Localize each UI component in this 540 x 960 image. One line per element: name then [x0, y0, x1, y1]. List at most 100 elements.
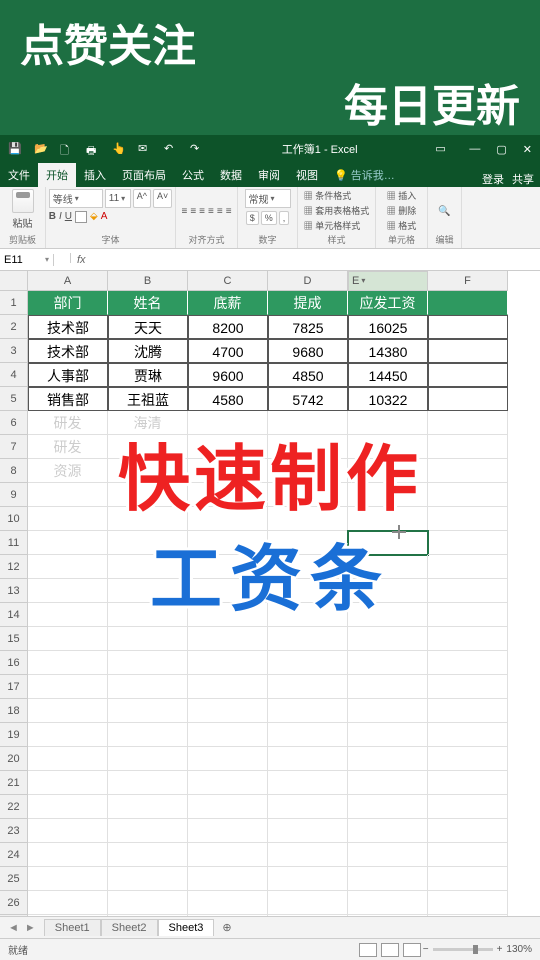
row-header[interactable]: 9	[0, 483, 28, 507]
cell[interactable]	[428, 459, 508, 483]
cell[interactable]	[268, 699, 348, 723]
tab-view[interactable]: 视图	[288, 163, 326, 187]
cell[interactable]	[28, 675, 108, 699]
zoom-level[interactable]: 130%	[506, 944, 532, 955]
row-header[interactable]: 14	[0, 603, 28, 627]
view-pagelayout-button[interactable]	[381, 943, 399, 957]
cell[interactable]	[428, 723, 508, 747]
cell[interactable]: 王祖蓝	[108, 387, 188, 411]
cell[interactable]: 研发	[28, 435, 108, 459]
cell[interactable]	[188, 771, 268, 795]
underline-button[interactable]: U	[65, 211, 72, 223]
cell[interactable]	[348, 435, 428, 459]
sheet-tab-2[interactable]: Sheet2	[101, 919, 158, 936]
view-pagebreak-button[interactable]	[403, 943, 421, 957]
cell[interactable]: 技术部	[28, 315, 108, 339]
tab-file[interactable]: 文件	[0, 163, 38, 187]
row-header[interactable]: 26	[0, 891, 28, 915]
cell[interactable]	[428, 603, 508, 627]
cell[interactable]	[188, 555, 268, 579]
cell[interactable]	[268, 579, 348, 603]
cell[interactable]	[108, 795, 188, 819]
cell[interactable]	[268, 507, 348, 531]
cell[interactable]	[428, 627, 508, 651]
cell[interactable]	[428, 867, 508, 891]
cell[interactable]: 5742	[268, 387, 348, 411]
cell[interactable]	[348, 699, 428, 723]
cell[interactable]	[268, 771, 348, 795]
share-button[interactable]: 共享	[512, 171, 534, 187]
cell[interactable]	[28, 867, 108, 891]
cell[interactable]	[428, 531, 508, 555]
cell[interactable]: 4700	[188, 339, 268, 363]
row-header[interactable]: 17	[0, 675, 28, 699]
cell[interactable]	[348, 555, 428, 579]
cell[interactable]	[428, 843, 508, 867]
cell[interactable]	[108, 459, 188, 483]
tab-formulas[interactable]: 公式	[174, 163, 212, 187]
cell[interactable]	[108, 699, 188, 723]
cell[interactable]	[108, 627, 188, 651]
conditional-format-button[interactable]: ▦ 条件格式	[304, 189, 352, 202]
cell[interactable]	[268, 795, 348, 819]
cell[interactable]: 7825	[268, 315, 348, 339]
cell[interactable]	[348, 867, 428, 891]
cell[interactable]	[28, 603, 108, 627]
align-mid-button[interactable]: ≡	[190, 206, 196, 217]
paste-button[interactable]: 粘贴	[5, 189, 41, 230]
cell[interactable]	[428, 483, 508, 507]
cell[interactable]	[268, 819, 348, 843]
maximize-button[interactable]: ▢	[496, 143, 506, 156]
cell[interactable]	[188, 435, 268, 459]
quickprint-icon[interactable]: 🖶	[86, 142, 100, 156]
tab-insert[interactable]: 插入	[76, 163, 114, 187]
cell[interactable]	[428, 507, 508, 531]
cell[interactable]: 9680	[268, 339, 348, 363]
cell[interactable]	[188, 819, 268, 843]
row-header[interactable]: 19	[0, 723, 28, 747]
cell[interactable]	[428, 651, 508, 675]
cell[interactable]	[268, 555, 348, 579]
cell[interactable]	[188, 723, 268, 747]
cell[interactable]	[428, 699, 508, 723]
open-icon[interactable]: 📂	[34, 142, 48, 156]
cell[interactable]	[188, 843, 268, 867]
cell[interactable]	[28, 483, 108, 507]
currency-button[interactable]: $	[246, 211, 259, 225]
tab-data[interactable]: 数据	[212, 163, 250, 187]
select-all-corner[interactable]	[0, 271, 28, 291]
cell[interactable]	[268, 867, 348, 891]
insert-cells-button[interactable]: ▦ 插入	[387, 189, 417, 202]
cell[interactable]: 天天	[108, 315, 188, 339]
cell[interactable]	[348, 459, 428, 483]
spreadsheet-grid[interactable]: ABCDEF 1部门姓名底薪提成应发工资2技术部天天82007825160253…	[0, 271, 540, 916]
row-header[interactable]: 25	[0, 867, 28, 891]
cell[interactable]	[348, 675, 428, 699]
sheet-nav-prev[interactable]: ◄	[8, 922, 19, 934]
cell[interactable]	[428, 819, 508, 843]
ribbon-options-icon[interactable]: ▭	[435, 142, 449, 156]
signin-link[interactable]: 登录	[482, 171, 504, 187]
cell[interactable]: 10322	[348, 387, 428, 411]
cell[interactable]	[108, 531, 188, 555]
cell[interactable]	[188, 627, 268, 651]
cell[interactable]	[108, 843, 188, 867]
cell[interactable]: 海清	[108, 411, 188, 435]
cell[interactable]	[188, 459, 268, 483]
sheet-tab-3[interactable]: Sheet3	[158, 919, 215, 936]
row-header[interactable]: 20	[0, 747, 28, 771]
cell[interactable]	[188, 675, 268, 699]
cell[interactable]: 应发工资	[348, 291, 428, 315]
cell[interactable]	[268, 843, 348, 867]
cell[interactable]	[268, 483, 348, 507]
cell[interactable]	[348, 723, 428, 747]
cell[interactable]	[28, 891, 108, 915]
percent-button[interactable]: %	[261, 211, 277, 225]
cell[interactable]	[348, 531, 428, 555]
col-header-F[interactable]: F	[428, 271, 508, 291]
row-header[interactable]: 13	[0, 579, 28, 603]
cell[interactable]	[188, 795, 268, 819]
cell[interactable]: 8200	[188, 315, 268, 339]
cell[interactable]	[348, 627, 428, 651]
col-header-B[interactable]: B	[108, 271, 188, 291]
